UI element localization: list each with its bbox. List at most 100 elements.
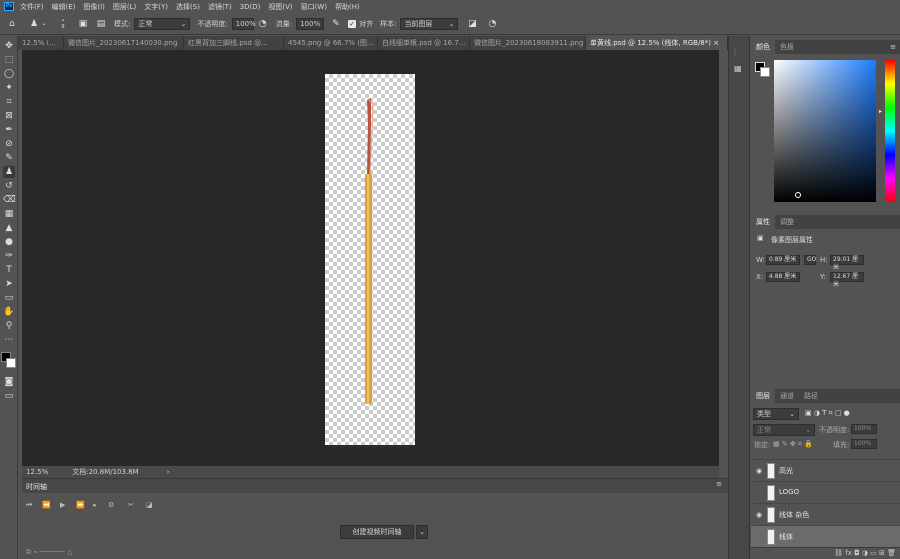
tab-paths[interactable]: 路径 xyxy=(799,389,823,403)
layer-name[interactable]: LOGO xyxy=(779,488,799,496)
tab-doc-6[interactable]: 微信图片_20230618083911.png xyxy=(470,36,586,50)
layer-name[interactable]: 线体 杂色 xyxy=(779,510,809,520)
tab-doc-5[interactable]: 白线细单根.psd @ 16.7... xyxy=(378,36,470,50)
mode-select[interactable]: 正常 ⌄ xyxy=(134,17,191,30)
layer-row-highlight[interactable]: ◉ 高光 xyxy=(751,459,900,481)
layer-opacity-input[interactable]: 100% xyxy=(851,424,877,434)
brush-size-icon[interactable]: • 9 xyxy=(57,18,69,30)
lock-icons[interactable]: ▦ ✎ ✥ ⌗ 🔒 xyxy=(773,440,813,449)
menu-help[interactable]: 帮助(H) xyxy=(335,2,360,12)
x-input[interactable]: 4.88 厘米 xyxy=(766,272,800,282)
color-picker-field[interactable] xyxy=(774,60,876,202)
blur-tool-icon[interactable]: ▲ xyxy=(3,222,15,234)
layers-footer-icons[interactable]: ⛓ fx ◘ ◑ ▭ ⊞ 🗑 xyxy=(834,549,896,557)
menu-filter[interactable]: 滤镜(T) xyxy=(208,2,232,12)
ignore-adjustment-icon[interactable]: ◪ xyxy=(466,18,478,30)
menu-file[interactable]: 文件(F) xyxy=(20,2,44,12)
previous-frame-icon[interactable]: ⏪ xyxy=(42,501,51,509)
rectangle-tool-icon[interactable]: ▭ xyxy=(3,292,15,304)
layer-filter-icons[interactable]: ▣ ◑ T ⌗ ▢ ● xyxy=(805,409,850,418)
tab-doc-active[interactable]: 单黄线.psd @ 12.5% (线体, RGB/8*) × xyxy=(586,36,728,50)
menu-3d[interactable]: 3D(D) xyxy=(240,3,261,11)
marquee-tool-icon[interactable]: ⬚ xyxy=(3,54,15,66)
background-color-swatch[interactable] xyxy=(6,358,16,368)
zoom-tool-icon[interactable]: ⚲ xyxy=(3,320,15,332)
flow-input[interactable]: 100% xyxy=(296,17,325,30)
tab-layers[interactable]: 图层 xyxy=(751,389,775,403)
brush-settings-icon[interactable]: ▣ xyxy=(77,18,89,30)
layer-name[interactable]: 高光 xyxy=(779,466,793,476)
hue-slider[interactable] xyxy=(885,60,895,202)
healing-brush-tool-icon[interactable]: ⊘ xyxy=(3,138,15,150)
tab-adjustments[interactable]: 调整 xyxy=(775,215,799,229)
menu-layer[interactable]: 图层(L) xyxy=(113,2,136,12)
clone-stamp-tool-icon[interactable]: ♟ xyxy=(3,166,15,178)
more-tools-icon[interactable]: ⋯ xyxy=(3,334,15,346)
menu-window[interactable]: 窗口(W) xyxy=(301,2,327,12)
height-input[interactable]: 29.01 厘米 xyxy=(830,255,864,271)
next-frame-icon[interactable]: ⏩ xyxy=(76,501,85,509)
timeline-title[interactable]: 时间轴 xyxy=(26,482,47,492)
tab-doc-2[interactable]: 微信图片_20230617140030.png xyxy=(64,36,184,50)
tab-swatches[interactable]: 色板 xyxy=(775,40,799,54)
history-panel-icon[interactable]: ⫶ xyxy=(734,48,736,58)
airbrush-icon[interactable]: ✎ xyxy=(330,18,342,30)
pen-tool-icon[interactable]: ✑ xyxy=(3,250,15,262)
tab-doc-4[interactable]: 4545.png @ 66.7% (图... xyxy=(284,36,378,50)
libraries-panel-icon[interactable]: ▦ xyxy=(734,64,742,73)
opacity-input[interactable]: 100% xyxy=(231,17,256,30)
width-input[interactable]: 0.89 厘米 xyxy=(766,255,800,265)
tab-color[interactable]: 颜色 xyxy=(751,40,775,54)
type-tool-icon[interactable]: T xyxy=(3,264,15,276)
gradient-tool-icon[interactable]: ▦ xyxy=(3,208,15,220)
layer-filter-select[interactable]: 类型 ⌄ xyxy=(753,408,799,420)
dodge-tool-icon[interactable]: ● xyxy=(3,236,15,248)
y-input[interactable]: 12.67 厘米 xyxy=(830,272,864,288)
blend-mode-select[interactable]: 正常 ⌄ xyxy=(753,424,815,436)
crop-tool-icon[interactable]: ⌗ xyxy=(3,96,15,108)
panel-menu-icon[interactable]: ≡ xyxy=(716,480,722,488)
menu-image[interactable]: 图像(I) xyxy=(83,2,105,12)
eye-icon[interactable]: ◉ xyxy=(756,511,766,519)
chevron-down-icon[interactable]: ⌄ xyxy=(416,525,428,539)
transition-icon[interactable]: ◪ xyxy=(146,501,153,509)
play-icon[interactable]: ▶ xyxy=(60,501,65,509)
audio-icon[interactable]: ◂ xyxy=(92,501,96,509)
menu-type[interactable]: 文字(Y) xyxy=(144,2,168,12)
menu-select[interactable]: 选择(S) xyxy=(176,2,200,12)
pressure-size-icon[interactable]: ◔ xyxy=(486,18,498,30)
menu-view[interactable]: 视图(V) xyxy=(268,2,292,12)
panel-menu-icon[interactable]: ≡ xyxy=(890,43,896,51)
timeline-footer-icons[interactable]: ⧉ ⌁ ────── △ xyxy=(26,548,73,557)
layer-row-body-noise[interactable]: ◉ 线体 杂色 xyxy=(751,503,900,525)
chevron-right-icon[interactable]: › xyxy=(167,468,170,476)
close-icon[interactable]: × xyxy=(713,39,719,47)
tab-doc-3[interactable]: 红黑背加三脚线.psd @... xyxy=(184,36,284,50)
split-scissors-icon[interactable]: ✂ xyxy=(128,501,134,509)
color-picker-cursor[interactable] xyxy=(795,192,801,198)
document-canvas[interactable] xyxy=(325,74,415,445)
hue-slider-handle-icon[interactable]: ▸ xyxy=(879,108,882,115)
frame-tool-icon[interactable]: ⊠ xyxy=(3,110,15,122)
menu-edit[interactable]: 编辑(E) xyxy=(52,2,76,12)
align-checkbox[interactable]: ✓ xyxy=(348,19,357,28)
stamp-tool-preset-icon[interactable]: ♟ xyxy=(28,18,40,30)
brush-tool-icon[interactable]: ✎ xyxy=(3,152,15,164)
layer-row-body[interactable]: 线体 xyxy=(751,525,900,547)
link-dimensions-button[interactable]: GO xyxy=(804,255,816,265)
zoom-level[interactable]: 12.5% xyxy=(26,468,48,476)
screen-mode-icon[interactable]: ▭ xyxy=(3,390,15,402)
home-icon[interactable]: ⌂ xyxy=(6,18,18,30)
history-brush-tool-icon[interactable]: ↺ xyxy=(3,180,15,192)
clone-source-icon[interactable]: ▤ xyxy=(95,18,107,30)
tab-properties[interactable]: 属性 xyxy=(751,215,775,229)
fill-input[interactable]: 100% xyxy=(851,439,877,449)
first-frame-icon[interactable]: ⏮ xyxy=(26,501,32,510)
settings-gear-icon[interactable]: ⚙ xyxy=(108,501,114,509)
chevron-down-icon[interactable]: ⌄ xyxy=(41,18,47,30)
path-selection-tool-icon[interactable]: ➤ xyxy=(3,278,15,290)
opacity-pressure-icon[interactable]: ◔ xyxy=(257,18,269,30)
quick-mask-icon[interactable]: ◙ xyxy=(3,376,15,388)
hand-tool-icon[interactable]: ✋ xyxy=(3,306,15,318)
tab-channels[interactable]: 通道 xyxy=(775,389,799,403)
